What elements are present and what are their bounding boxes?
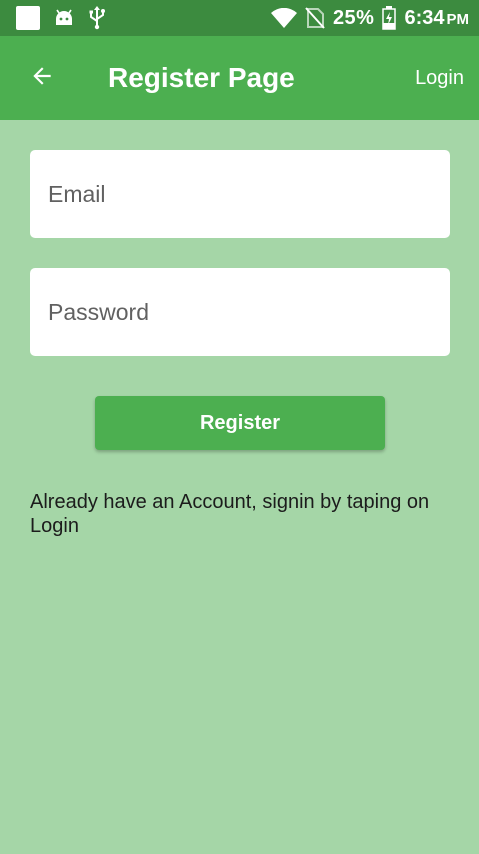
battery-charging-icon [382,6,397,30]
arrow-left-icon [29,63,55,94]
app-bar: Register Page Login [0,36,479,120]
password-field-container [30,268,450,356]
signin-hint-text: Already have an Account, signin by tapin… [30,491,430,537]
page-title: Register Page [108,62,295,93]
wifi-icon [270,8,297,28]
status-bar-right: 25% 6:34 PM [270,0,469,36]
battery-percent: 25% [332,6,375,29]
status-bar: 25% 6:34 PM [0,0,479,36]
usb-icon [88,6,106,30]
no-sim-icon [305,7,325,29]
clock-time: 6:34 [404,6,445,29]
android-debug-icon [54,8,74,28]
clock: 6:34 PM [404,7,469,30]
back-button[interactable] [18,54,66,102]
status-bar-left [16,6,106,30]
login-button[interactable]: Login [415,64,464,92]
notification-square-icon [16,6,40,30]
register-button[interactable]: Register [95,396,385,450]
email-input[interactable] [30,150,450,238]
email-field-container [30,150,450,238]
password-input[interactable] [30,268,450,356]
clock-period: PM [446,10,470,28]
